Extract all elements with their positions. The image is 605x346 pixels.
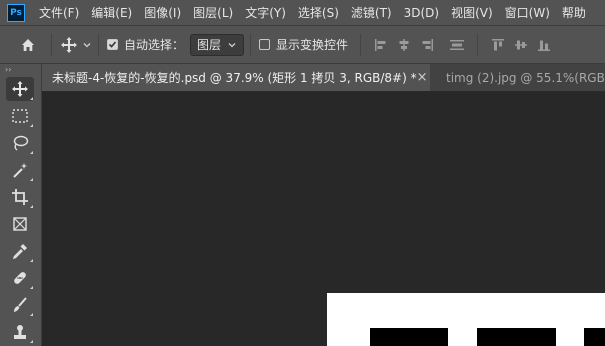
- align-top-edges-button[interactable]: [488, 35, 508, 55]
- align-bottom-edges-button[interactable]: [534, 35, 554, 55]
- align-right-edges-button[interactable]: [417, 35, 437, 55]
- document-canvas[interactable]: [327, 293, 605, 346]
- frame-tool-icon[interactable]: [6, 212, 34, 236]
- menu-edit[interactable]: 编辑(E): [91, 0, 132, 26]
- align-top-icon: [492, 38, 505, 50]
- document-tab-strip: 未标题-4-恢复的-恢复的.psd @ 37.9% (矩形 1 拷贝 3, RG…: [42, 64, 605, 92]
- home-button[interactable]: [17, 34, 39, 56]
- menu-bar: Ps 文件(F) 编辑(E) 图像(I) 图层(L) 文字(Y) 选择(S) 滤…: [0, 0, 605, 26]
- menu-layer[interactable]: 图层(L): [193, 0, 233, 26]
- auto-select-label: 自动选择：: [124, 38, 185, 52]
- healing-brush-tool-icon[interactable]: [6, 266, 34, 290]
- crop-tool-icon[interactable]: [6, 185, 34, 209]
- separator: [98, 33, 99, 56]
- lasso-tool-icon[interactable]: [6, 131, 34, 155]
- align-horizontal-center-icon: [399, 38, 409, 51]
- menu-help[interactable]: 帮助: [562, 0, 586, 26]
- black-rectangle-shape[interactable]: [584, 328, 605, 346]
- black-rectangle-shape[interactable]: [477, 328, 556, 346]
- auto-select-checkbox[interactable]: [107, 39, 118, 50]
- document-tab-active[interactable]: 未标题-4-恢复的-恢复的.psd @ 37.9% (矩形 1 拷贝 3, RG…: [42, 64, 430, 91]
- move-tool-icon[interactable]: [6, 77, 34, 101]
- document-tab-inactive[interactable]: timg (2).jpg @ 55.1%(RGB/8#): [430, 64, 605, 91]
- stamp-tool-icon[interactable]: [6, 320, 34, 344]
- align-vertical-center-icon: [515, 40, 528, 49]
- close-tab-icon[interactable]: ×: [417, 70, 428, 85]
- menu-type[interactable]: 文字(Y): [245, 0, 286, 26]
- black-rectangle-shape[interactable]: [370, 328, 448, 346]
- align-left-edges-button[interactable]: [371, 35, 391, 55]
- chevron-down-icon: [228, 42, 236, 47]
- options-bar: 自动选择： 图层 显示变换控件: [0, 26, 605, 64]
- separator: [250, 33, 252, 56]
- document-tab-title: timg (2).jpg @ 55.1%(RGB/8#): [446, 70, 605, 85]
- align-horizontal-centers-button[interactable]: [394, 35, 414, 55]
- menu-filter[interactable]: 滤镜(T): [351, 0, 392, 26]
- menu-3d[interactable]: 3D(D): [404, 0, 439, 26]
- canvas-workspace[interactable]: [42, 92, 605, 346]
- menu-view[interactable]: 视图(V): [451, 0, 493, 26]
- photoshop-logo-icon[interactable]: Ps: [7, 3, 25, 22]
- align-left-icon: [375, 38, 386, 51]
- auto-select-target-value: 图层: [197, 38, 222, 52]
- move-icon: [61, 36, 77, 53]
- brush-tool-icon[interactable]: [6, 293, 34, 317]
- separator: [51, 33, 52, 56]
- magic-wand-tool-icon[interactable]: [6, 158, 34, 182]
- separator: [360, 33, 362, 56]
- chevron-down-icon: [83, 42, 91, 47]
- document-tab-title: 未标题-4-恢复的-恢复的.psd @ 37.9% (矩形 1 拷贝 3, RG…: [52, 71, 417, 85]
- separator: [477, 33, 479, 56]
- distribute-vertical-button[interactable]: [447, 35, 467, 55]
- marquee-tool-icon[interactable]: [6, 104, 34, 128]
- menu-file[interactable]: 文件(F): [39, 0, 79, 26]
- checkmark-icon: [108, 41, 117, 48]
- show-transform-controls-label: 显示变换控件: [276, 38, 349, 52]
- tools-panel: ››: [0, 64, 42, 346]
- menu-window[interactable]: 窗口(W): [505, 0, 550, 26]
- move-tool-preset-picker[interactable]: [60, 36, 92, 54]
- show-transform-controls-checkbox[interactable]: [259, 39, 271, 50]
- distribute-icon: [450, 39, 465, 50]
- eyedropper-tool-icon[interactable]: [6, 239, 34, 263]
- align-bottom-icon: [538, 40, 551, 51]
- align-vertical-centers-button[interactable]: [511, 35, 531, 55]
- align-right-icon: [422, 38, 434, 51]
- auto-select-target-dropdown[interactable]: 图层: [190, 33, 245, 56]
- collapse-panel-icon[interactable]: ››: [0, 64, 41, 74]
- menu-image[interactable]: 图像(I): [144, 0, 181, 26]
- menu-select[interactable]: 选择(S): [298, 0, 339, 26]
- home-icon: [22, 38, 34, 51]
